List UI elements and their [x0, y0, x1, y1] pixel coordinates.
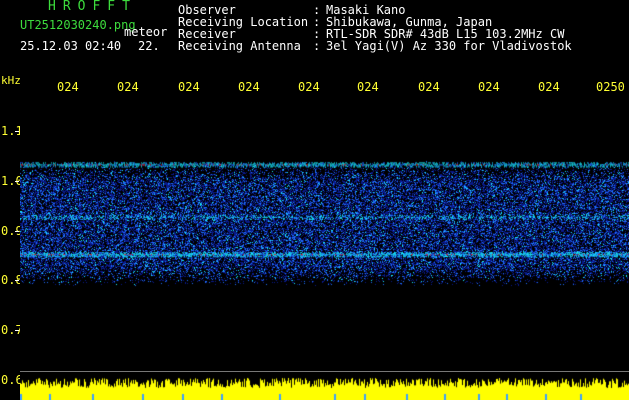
freq-tick-mark	[15, 181, 19, 182]
level-value: 22.	[138, 39, 160, 53]
freq-tick-mark	[15, 131, 19, 132]
time-tick-label: 024	[117, 80, 139, 94]
detection-type: meteor	[124, 25, 168, 39]
plot-separator-line	[20, 371, 629, 372]
antenna-value: 3el Yagi(V) Az 330 for Vladivostok	[326, 39, 572, 53]
time-tick-label: 024	[57, 80, 79, 94]
antenna-colon: :	[313, 39, 321, 53]
timestamp: 25.12.03 02:40	[20, 39, 122, 53]
time-tick-label: 024	[538, 80, 560, 94]
time-tick-label: 024	[178, 80, 200, 94]
freq-tick-mark	[15, 330, 19, 331]
spectrogram-plot	[20, 96, 629, 371]
time-tick-label: 024	[238, 80, 260, 94]
spectrogram-screen: HROFFT UT2512030240.png meteor 25.12.03 …	[0, 0, 629, 400]
time-tick-label: 024	[478, 80, 500, 94]
brand-title: HROFFT	[48, 0, 137, 14]
amplitude-strip	[20, 375, 629, 400]
frequency-unit: kHz	[1, 74, 21, 87]
freq-tick-mark	[15, 280, 19, 281]
freq-tick-mark	[15, 231, 19, 232]
antenna-label: Receiving Antenna	[178, 39, 301, 53]
time-tick-label: 024	[357, 80, 379, 94]
file-name: UT2512030240.png	[20, 18, 136, 32]
time-tick-label: 024	[418, 80, 440, 94]
time-tick-label: 024	[298, 80, 320, 94]
time-tick-label: 0250	[596, 80, 625, 94]
